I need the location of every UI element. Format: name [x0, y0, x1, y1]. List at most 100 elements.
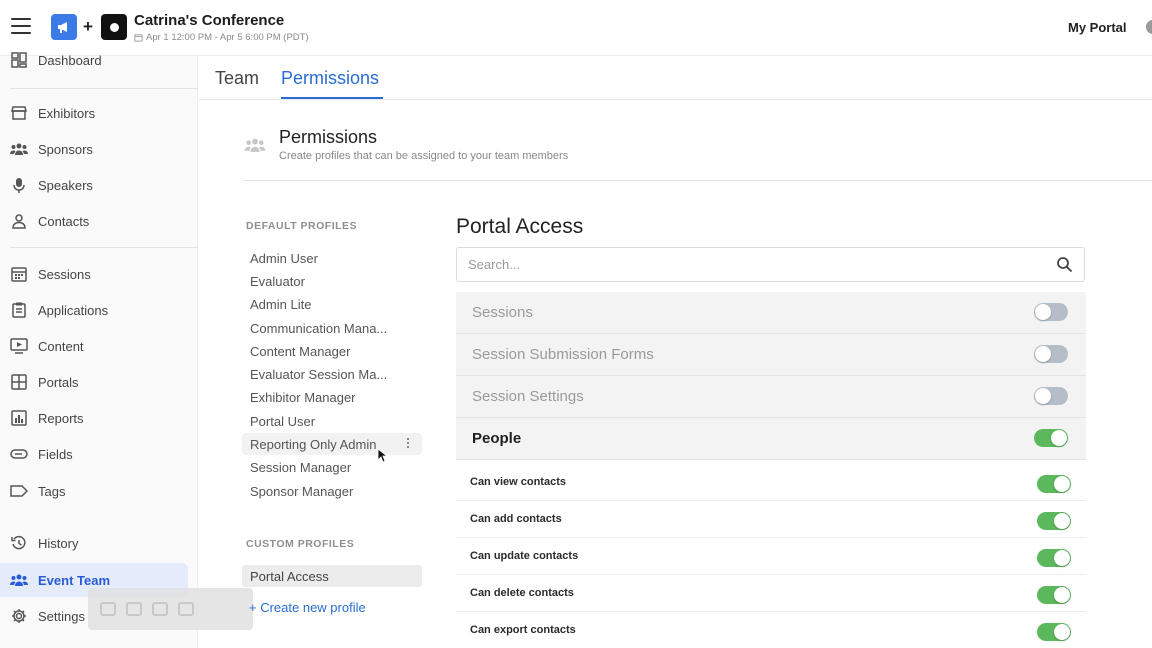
input-field-icon: [10, 445, 28, 463]
tab-bar: Team Permissions: [199, 56, 1152, 100]
access-row-label: Session Submission Forms: [472, 346, 654, 363]
section-divider: [243, 180, 1152, 181]
sidebar-item-speakers[interactable]: Speakers: [0, 168, 188, 202]
toggle-switch[interactable]: [1034, 345, 1068, 363]
sidebar-item-label: Content: [38, 338, 84, 354]
create-new-profile-link[interactable]: + Create new profile: [249, 600, 366, 615]
toggle-switch[interactable]: [1034, 303, 1068, 321]
permission-row-view-contacts: Can view contacts: [456, 464, 1086, 501]
sidebar-divider: [10, 247, 198, 248]
toggle-switch[interactable]: [1037, 512, 1071, 530]
profile-item-hovered[interactable]: Reporting Only Admin: [242, 433, 422, 455]
tab-permissions[interactable]: Permissions: [281, 68, 379, 89]
sidebar-item-label: Fields: [38, 446, 73, 462]
sidebar-item-fields[interactable]: Fields: [0, 437, 188, 471]
profile-item[interactable]: Communication Mana...: [242, 317, 422, 339]
sidebar-item-label: Tags: [38, 483, 66, 499]
toggle-switch[interactable]: [1037, 586, 1071, 604]
active-tab-indicator: [281, 97, 383, 99]
profile-item[interactable]: Admin Lite: [242, 293, 422, 315]
trash-icon: [100, 602, 116, 616]
people-group-icon: [10, 140, 28, 158]
sidebar-item-label: Sessions: [38, 266, 91, 282]
sidebar-item-label: Dashboard: [38, 52, 102, 68]
profile-item[interactable]: Portal User: [242, 410, 422, 432]
sidebar: Dashboard Exhibitors Sponsors Speakers C…: [0, 52, 198, 648]
toggle-switch[interactable]: [1037, 475, 1071, 493]
toggle-switch[interactable]: [1034, 387, 1068, 405]
profile-item[interactable]: Content Manager: [242, 340, 422, 362]
sidebar-item-label: Settings: [38, 608, 85, 624]
profile-item[interactable]: Admin User: [242, 247, 422, 269]
toggle-switch[interactable]: [1037, 549, 1071, 567]
access-row-label: Session Settings: [472, 388, 584, 405]
permissions-title: Permissions: [279, 127, 378, 147]
copy-icon: [152, 602, 168, 616]
more-options-icon[interactable]: [407, 438, 410, 450]
profile-item-selected[interactable]: Portal Access: [242, 565, 422, 587]
permission-label: Can export contacts: [470, 624, 576, 636]
sidebar-item-label: Exhibitors: [38, 105, 96, 121]
sidebar-item-sessions[interactable]: Sessions: [0, 257, 188, 291]
sidebar-item-reports[interactable]: Reports: [0, 401, 188, 435]
edit-icon: [126, 602, 142, 616]
permission-label: Can update contacts: [470, 550, 579, 562]
conference-title[interactable]: Catrina's Conference: [134, 12, 284, 29]
conference-dates-text: Apr 1 12:00 PM - Apr 5 6:00 PM (PDT): [146, 32, 309, 43]
tab-team[interactable]: Team: [215, 68, 259, 89]
profile-item[interactable]: Evaluator Session Ma...: [242, 363, 422, 385]
permission-label: Can view contacts: [470, 476, 566, 488]
megaphone-logo-icon: [51, 14, 77, 40]
sidebar-item-label: History: [38, 535, 79, 551]
permission-row-export-contacts: Can export contacts: [456, 612, 1086, 648]
grid-icon: [10, 373, 28, 391]
conference-dates: Apr 1 12:00 PM - Apr 5 6:00 PM (PDT): [134, 32, 309, 43]
play-screen-icon: [10, 337, 28, 355]
brand-logo-icon: [101, 14, 127, 40]
sidebar-item-dashboard[interactable]: Dashboard: [0, 43, 188, 77]
search-input[interactable]: [456, 247, 1085, 282]
profile-item[interactable]: Sponsor Manager: [242, 480, 422, 502]
custom-profiles-heading: CUSTOM PROFILES: [246, 538, 355, 550]
profile-item[interactable]: Evaluator: [242, 270, 422, 292]
access-row-label: Sessions: [472, 304, 533, 321]
sidebar-item-contacts[interactable]: Contacts: [0, 204, 188, 238]
toggle-switch[interactable]: [1034, 429, 1068, 447]
sidebar-item-label: Sponsors: [38, 141, 93, 157]
profile-item[interactable]: Session Manager: [242, 456, 422, 478]
profile-item[interactable]: Exhibitor Manager: [242, 386, 422, 408]
team-icon: [10, 571, 28, 589]
access-row-sessions[interactable]: Sessions: [456, 292, 1086, 334]
sidebar-item-content[interactable]: Content: [0, 329, 188, 363]
permission-label: Can add contacts: [470, 513, 562, 525]
access-row-session-settings[interactable]: Session Settings: [456, 376, 1086, 418]
my-portal-link[interactable]: My Portal: [1068, 20, 1127, 35]
access-row-people[interactable]: People: [456, 418, 1086, 460]
gear-icon: [10, 607, 28, 625]
sidebar-item-applications[interactable]: Applications: [0, 293, 188, 327]
permission-row-update-contacts: Can update contacts: [456, 538, 1086, 575]
sidebar-item-label: Contacts: [38, 213, 90, 229]
microphone-icon: [10, 176, 28, 194]
search-icon[interactable]: [1056, 256, 1073, 278]
permission-row-add-contacts: Can add contacts: [456, 501, 1086, 538]
archive-icon: [178, 602, 194, 616]
faded-toolbar-overlay: [88, 588, 253, 630]
access-row-session-submission-forms[interactable]: Session Submission Forms: [456, 334, 1086, 376]
sidebar-item-tags[interactable]: Tags: [0, 474, 188, 508]
user-avatar[interactable]: [1146, 20, 1152, 34]
sidebar-item-exhibitors[interactable]: Exhibitors: [0, 96, 188, 130]
sidebar-item-history[interactable]: History: [0, 526, 188, 560]
default-profiles-heading: DEFAULT PROFILES: [246, 220, 358, 232]
clipboard-icon: [10, 301, 28, 319]
plus-sign: +: [83, 17, 93, 36]
hamburger-menu-icon[interactable]: [11, 18, 31, 34]
toggle-switch[interactable]: [1037, 623, 1071, 641]
portal-access-title: Portal Access: [456, 215, 584, 238]
dashboard-icon: [10, 51, 28, 69]
calendar-icon: [10, 265, 28, 283]
people-group-icon: [241, 137, 269, 158]
sidebar-item-portals[interactable]: Portals: [0, 365, 188, 399]
permission-label: Can delete contacts: [470, 587, 574, 599]
sidebar-item-sponsors[interactable]: Sponsors: [0, 132, 188, 166]
